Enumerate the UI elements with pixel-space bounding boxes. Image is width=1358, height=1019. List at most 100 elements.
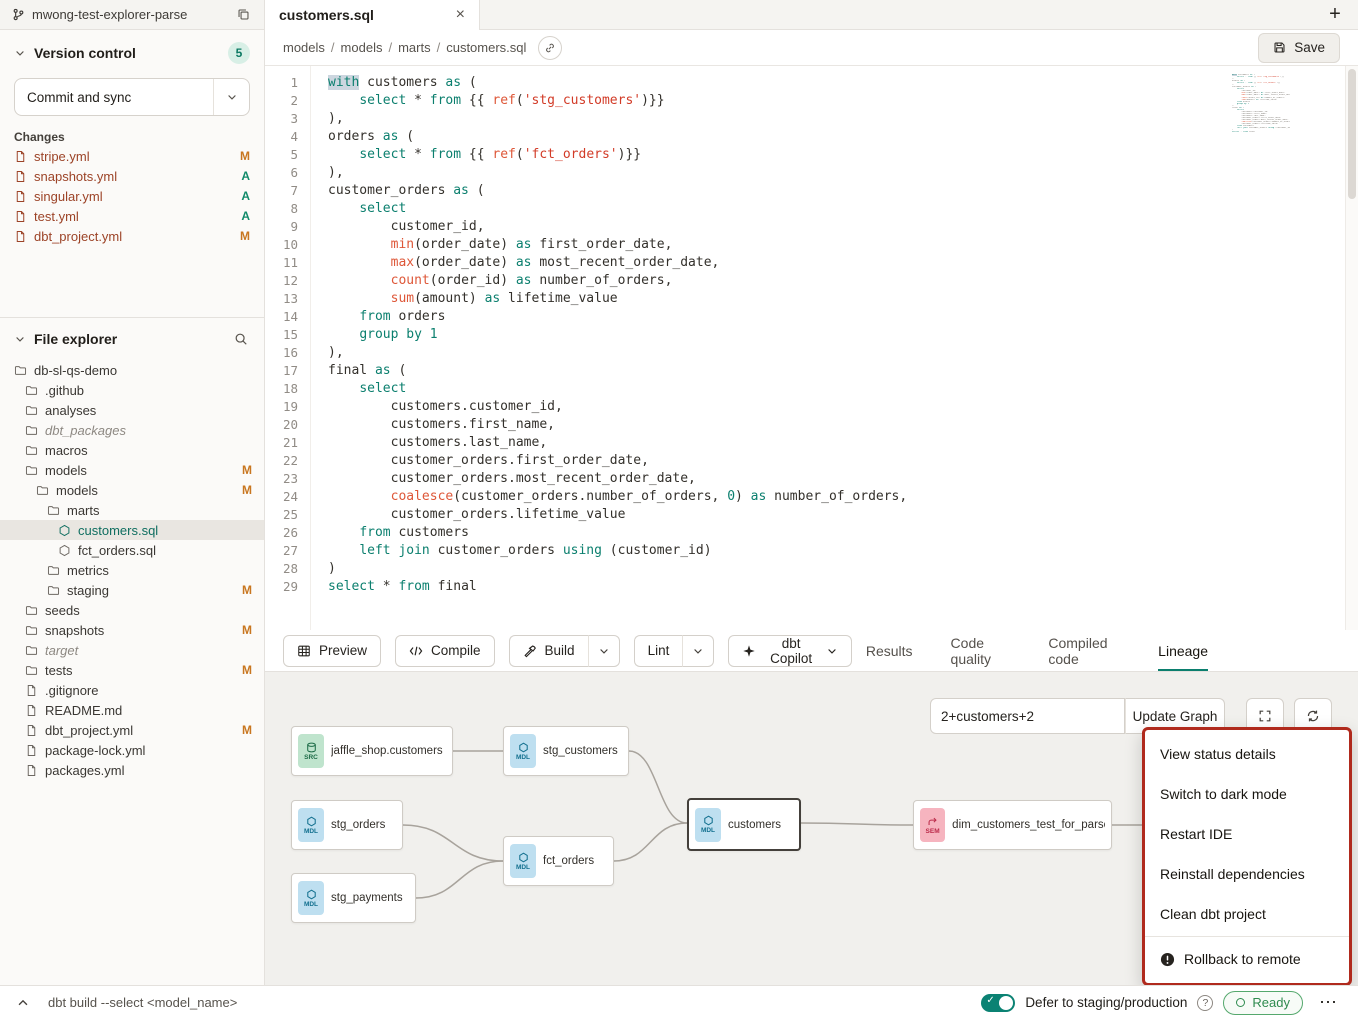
- file-tree-item[interactable]: testsM: [0, 660, 264, 680]
- editor-scrollbar[interactable]: [1345, 66, 1358, 630]
- breadcrumb-separator: /: [437, 40, 441, 55]
- file-explorer-header[interactable]: File explorer: [0, 330, 264, 348]
- lineage-node-jaffle_shop.customers[interactable]: SRCjaffle_shop.customers: [291, 726, 453, 776]
- compile-button[interactable]: Compile: [395, 635, 495, 667]
- build-button[interactable]: Build: [509, 635, 589, 667]
- file-tree-item[interactable]: modelsM: [0, 460, 264, 480]
- breadcrumb-separator: /: [331, 40, 335, 55]
- result-tabs: Results Code quality Compiled code Linea…: [866, 630, 1358, 671]
- file-tree-item[interactable]: package-lock.yml: [0, 740, 264, 760]
- lint-button[interactable]: Lint: [634, 635, 684, 667]
- version-control-header[interactable]: Version control 5: [14, 42, 250, 64]
- file-tree-item[interactable]: db-sl-qs-demo: [0, 360, 264, 380]
- commit-and-sync-button[interactable]: Commit and sync: [14, 78, 250, 116]
- file-name: dbt_project.yml: [45, 723, 133, 738]
- model-icon: [306, 816, 317, 827]
- changed-file-row[interactable]: snapshots.ymlA: [14, 166, 250, 186]
- file-tree-item[interactable]: modelsM: [0, 480, 264, 500]
- copy-branch-button[interactable]: [235, 6, 252, 23]
- line-number: 21: [265, 434, 298, 452]
- menu-divider: [1145, 936, 1349, 937]
- lineage-node-stg_orders[interactable]: MDLstg_orders: [291, 800, 403, 850]
- expand-icon: [1258, 709, 1272, 723]
- file-tree-item[interactable]: analyses: [0, 400, 264, 420]
- tab-compiled-code[interactable]: Compiled code: [1048, 630, 1120, 671]
- lineage-node-fct_orders[interactable]: MDLfct_orders: [503, 836, 614, 886]
- file-tree-item[interactable]: snapshotsM: [0, 620, 264, 640]
- lineage-node-dim_customers_test_for_parse[interactable]: SEMdim_customers_test_for_parse: [913, 800, 1112, 850]
- node-kind-label: MDL: [304, 828, 318, 835]
- tab-results[interactable]: Results: [866, 630, 913, 671]
- file-tree-item[interactable]: macros: [0, 440, 264, 460]
- defer-label: Defer to staging/production: [1025, 995, 1187, 1010]
- node-kind-label: SEM: [926, 828, 940, 835]
- file-tree-item[interactable]: seeds: [0, 600, 264, 620]
- commit-options-button[interactable]: [213, 79, 249, 115]
- code-line: customer_orders.first_order_date,: [328, 452, 1358, 470]
- dbt-copilot-button[interactable]: dbt Copilot: [728, 635, 852, 667]
- file-tree-item[interactable]: packages.yml: [0, 760, 264, 780]
- build-options-button[interactable]: [589, 635, 620, 667]
- help-icon[interactable]: ?: [1197, 995, 1213, 1011]
- folder-icon: [47, 584, 60, 597]
- build-split-button: Build: [509, 635, 620, 667]
- file-tree-item[interactable]: dbt_project.ymlM: [0, 720, 264, 740]
- file-tree-item[interactable]: .github: [0, 380, 264, 400]
- menu-item-reinstall-dependencies[interactable]: Reinstall dependencies: [1145, 854, 1349, 894]
- file-tree-item[interactable]: fct_orders.sql: [0, 540, 264, 560]
- file-tree: db-sl-qs-demo.githubanalysesdbt_packages…: [0, 360, 264, 985]
- editor-toolbar: Preview Compile Build Lint: [265, 630, 1358, 672]
- changed-file-row[interactable]: stripe.ymlM: [14, 146, 250, 166]
- file-icon: [25, 684, 38, 697]
- tab-code-quality[interactable]: Code quality: [951, 630, 1011, 671]
- file-tree-item[interactable]: .gitignore: [0, 680, 264, 700]
- code-line: customers.customer_id,: [328, 398, 1358, 416]
- close-tab-button[interactable]: ×: [456, 7, 465, 23]
- file-tree-item[interactable]: marts: [0, 500, 264, 520]
- changed-file-row[interactable]: dbt_project.ymlM: [14, 226, 250, 246]
- file-tree-item[interactable]: dbt_packages: [0, 420, 264, 440]
- breadcrumb: models / models / marts / customers.sql …: [265, 30, 1358, 66]
- file-tree-item[interactable]: metrics: [0, 560, 264, 580]
- menu-item-switch-to-dark-mode[interactable]: Switch to dark mode: [1145, 774, 1349, 814]
- folder-icon: [25, 384, 38, 397]
- code-line: select * from {{ ref('fct_orders')}}: [328, 146, 1358, 164]
- code-editor-pane: 1234567891011121314151617181920212223242…: [265, 66, 1358, 630]
- lint-options-button[interactable]: [683, 635, 714, 667]
- menu-item-clean-dbt-project[interactable]: Clean dbt project: [1145, 894, 1349, 934]
- file-name: marts: [67, 503, 100, 518]
- scrollbar-thumb[interactable]: [1348, 69, 1356, 199]
- lineage-node-customers[interactable]: MDLcustomers: [687, 798, 801, 851]
- minimap[interactable]: with customers as ( select * from {{ ref…: [1232, 74, 1290, 133]
- lineage-selector-input[interactable]: [930, 698, 1125, 734]
- menu-item-restart-ide[interactable]: Restart IDE: [1145, 814, 1349, 854]
- lineage-node-stg_payments[interactable]: MDLstg_payments: [291, 873, 416, 923]
- context-menu: View status details Switch to dark mode …: [1142, 727, 1352, 985]
- change-status-badge: A: [241, 189, 250, 203]
- tab-lineage[interactable]: Lineage: [1158, 630, 1208, 671]
- search-files-button[interactable]: [232, 330, 250, 348]
- lineage-node-stg_customers[interactable]: MDLstg_customers: [503, 726, 629, 776]
- editor-tab-customers[interactable]: customers.sql ×: [265, 0, 480, 30]
- preview-button[interactable]: Preview: [283, 635, 381, 667]
- code-line: customer_orders.lifetime_value: [328, 506, 1358, 524]
- defer-toggle[interactable]: ✓: [981, 994, 1015, 1012]
- file-tree-item[interactable]: README.md: [0, 700, 264, 720]
- expand-panel-button[interactable]: [14, 994, 32, 1012]
- code-line: select * from final: [328, 578, 1358, 596]
- file-tree-item[interactable]: customers.sql: [0, 520, 264, 540]
- more-options-button[interactable]: ⋯: [1313, 992, 1344, 1013]
- changed-file-row[interactable]: singular.ymlA: [14, 186, 250, 206]
- copy-file-link-button[interactable]: [538, 36, 562, 60]
- file-tree-item[interactable]: stagingM: [0, 580, 264, 600]
- changed-file-name: test.yml: [34, 209, 79, 224]
- menu-item-view-status-details[interactable]: View status details: [1145, 734, 1349, 774]
- code-editor[interactable]: with customers as ( select * from {{ ref…: [311, 66, 1358, 630]
- save-label: Save: [1294, 40, 1325, 55]
- refresh-icon: [1306, 709, 1320, 723]
- new-tab-button[interactable]: +: [1312, 0, 1358, 29]
- file-tree-item[interactable]: target: [0, 640, 264, 660]
- menu-item-rollback-to-remote[interactable]: Rollback to remote: [1145, 939, 1349, 979]
- changed-file-row[interactable]: test.ymlA: [14, 206, 250, 226]
- save-button[interactable]: Save: [1258, 33, 1340, 63]
